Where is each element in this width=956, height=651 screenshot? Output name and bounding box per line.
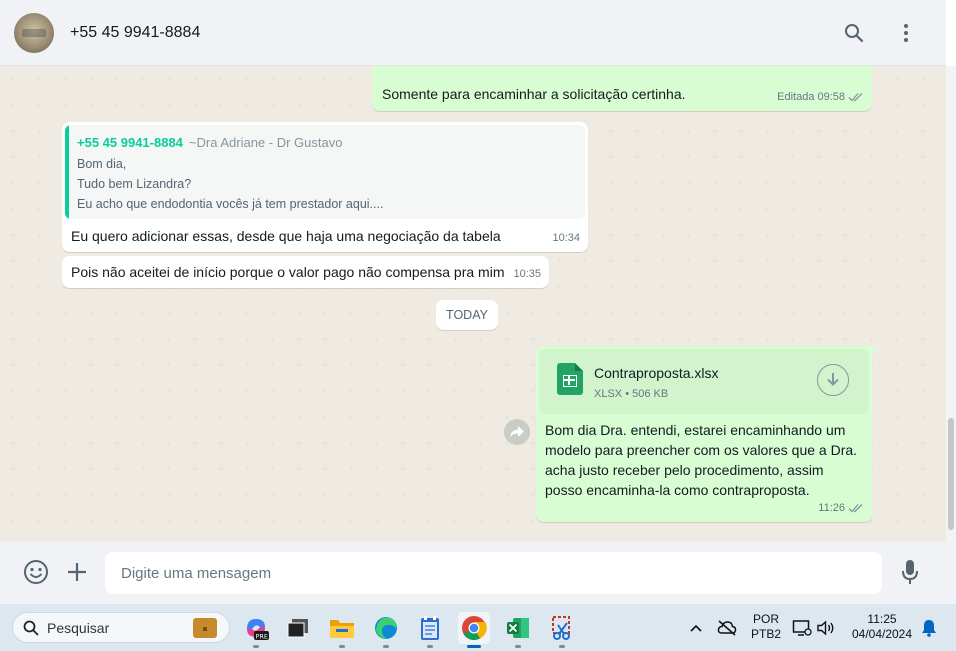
date-divider: TODAY: [436, 300, 498, 330]
chat-header: +55 45 9941-8884: [0, 0, 946, 66]
attach-plus-icon[interactable]: [63, 558, 91, 586]
header-actions: [842, 21, 918, 45]
message-text: Eu quero adicionar essas, desde que haja…: [71, 228, 501, 244]
chevron-up-icon[interactable]: [686, 618, 706, 638]
message-time: 10:35: [513, 268, 541, 280]
notepad-icon[interactable]: [414, 612, 446, 648]
clock[interactable]: 11:25 04/04/2024: [846, 612, 918, 642]
quote-sender: +55 45 9941-8884: [77, 135, 183, 150]
network-monitor-icon[interactable]: [792, 618, 812, 638]
cloud-offline-icon[interactable]: [717, 618, 737, 638]
message-time: 11:26: [818, 502, 845, 514]
message-text: Pois não aceitei de início porque o valo…: [71, 264, 505, 280]
quoted-message[interactable]: +55 45 9941-8884 ~Dra Adriane - Dr Gustav…: [65, 125, 585, 219]
document-separator: •: [625, 388, 630, 400]
search-icon: [23, 620, 39, 636]
double-check-icon: [848, 93, 863, 102]
document-meta: XLSX • 506 KB: [594, 384, 668, 404]
message-input[interactable]: Digite uma mensagem: [105, 552, 882, 594]
microphone-icon[interactable]: [896, 558, 924, 586]
edge-browser-icon[interactable]: [370, 612, 402, 648]
download-icon[interactable]: [817, 364, 849, 396]
double-check-icon: [848, 504, 863, 513]
message-incoming[interactable]: Pois não aceitei de início porque o valo…: [62, 256, 549, 288]
document-attachment[interactable]: Contraproposta.xlsx XLSX • 506 KB: [539, 349, 869, 414]
quote-header: +55 45 9941-8884 ~Dra Adriane - Dr Gustav…: [77, 133, 342, 153]
svg-text:PRE: PRE: [256, 632, 269, 640]
language-indicator[interactable]: POR PTB2: [749, 612, 783, 642]
message-time: 09:58: [817, 91, 845, 103]
search-label: Pesquisar: [47, 619, 110, 636]
chat-panel[interactable]: Somente para encaminhar a solicitação ce…: [0, 66, 946, 542]
language-code: POR: [752, 612, 779, 626]
message-outgoing[interactable]: Contraproposta.xlsx XLSX • 506 KB Bom di…: [536, 346, 872, 522]
forward-icon[interactable]: [504, 419, 530, 445]
notification-bell-icon[interactable]: [919, 618, 939, 638]
edited-label: Editada: [777, 91, 815, 103]
volume-icon[interactable]: [816, 618, 836, 638]
menu-kebab-icon[interactable]: [894, 21, 918, 45]
document-type: XLSX: [594, 388, 623, 400]
emoji-icon[interactable]: [22, 558, 50, 586]
quote-line: Bom dia,: [77, 157, 127, 171]
excel-icon[interactable]: [502, 612, 534, 648]
briefcase-icon: [193, 617, 217, 638]
message-meta: 11:26: [818, 498, 864, 518]
search-icon[interactable]: [842, 21, 866, 45]
quote-accent-bar: [65, 125, 69, 219]
message-text: Bom dia Dra. entendi, estarei encaminhan…: [545, 422, 858, 498]
scrollbar-thumb[interactable]: [948, 418, 954, 530]
message-incoming[interactable]: +55 45 9941-8884 ~Dra Adriane - Dr Gustav…: [62, 122, 588, 252]
message-composer: Digite uma mensagem: [0, 542, 956, 604]
quote-line: Eu acho que endodontia vocês já tem pres…: [77, 197, 384, 211]
chrome-browser-icon[interactable]: [458, 612, 490, 648]
desktop-icon[interactable]: [282, 612, 314, 644]
windows-taskbar: Pesquisar PRE POR PTB2 11:25 04/04/2024: [0, 604, 956, 651]
clock-time: 11:25: [867, 612, 897, 626]
document-size: 506 KB: [632, 388, 669, 400]
contact-name[interactable]: +55 45 9941-8884: [70, 24, 200, 42]
spreadsheet-file-icon: [557, 363, 583, 395]
keyboard-layout: PTB2: [750, 627, 781, 641]
quote-line: Tudo bem Lizandra?: [77, 177, 192, 191]
message-text: Somente para encaminhar a solicitação ce…: [382, 86, 686, 102]
clock-date: 04/04/2024: [851, 627, 913, 641]
snipping-tool-icon[interactable]: [546, 612, 578, 648]
copilot-pre-icon[interactable]: PRE: [240, 612, 272, 648]
file-explorer-icon[interactable]: [326, 612, 358, 648]
chat-scrollbar[interactable]: [946, 66, 956, 542]
document-name: Contraproposta.xlsx: [594, 365, 719, 381]
taskbar-search[interactable]: Pesquisar: [12, 612, 230, 643]
message-meta: Editada 09:58: [777, 87, 864, 107]
message-time: 10:34: [552, 232, 580, 244]
contact-avatar[interactable]: [14, 12, 54, 53]
quote-sender-name: ~Dra Adriane - Dr Gustavo: [188, 135, 343, 150]
message-outgoing[interactable]: Somente para encaminhar a solicitação ce…: [372, 66, 872, 111]
